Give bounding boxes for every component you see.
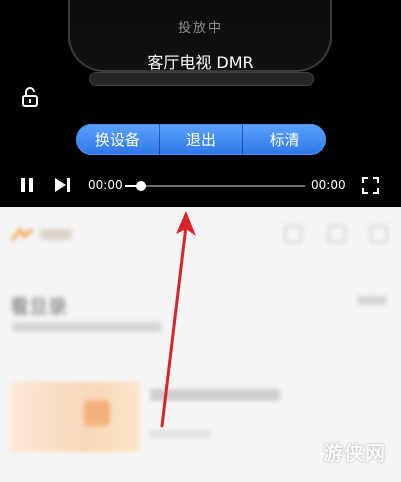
cast-control-bar: 换设备 退出 标清 xyxy=(76,124,326,155)
background-page-title: 看旦录 xyxy=(10,296,68,318)
cast-player: 投放中 客厅电视 DMR 换设备 退出 标清 00:00 00:00 xyxy=(0,0,401,207)
cast-status-text: 投放中 xyxy=(177,21,223,36)
switch-device-button[interactable]: 换设备 xyxy=(76,124,159,155)
star-icon[interactable] xyxy=(284,225,302,243)
fullscreen-icon[interactable] xyxy=(362,177,379,194)
recommendation-card-subtitle xyxy=(150,430,210,438)
seek-bar-thumb[interactable] xyxy=(136,181,147,191)
recommendation-card-title xyxy=(150,389,280,401)
pause-icon[interactable] xyxy=(19,177,35,193)
playback-controls: 00:00 00:00 xyxy=(0,172,401,198)
tv-stand-illustration xyxy=(89,72,314,86)
total-time: 00:00 xyxy=(311,178,346,192)
current-time: 00:00 xyxy=(88,178,123,192)
skip-next-icon[interactable] xyxy=(54,177,72,193)
recommendation-card-thumbnail[interactable] xyxy=(10,382,140,452)
app-logo-text-placeholder xyxy=(40,229,72,240)
background-page-meta xyxy=(12,322,162,332)
app-logo-icon xyxy=(10,228,33,241)
recommendation-card-badge xyxy=(84,400,110,426)
background-page-more xyxy=(357,296,387,305)
seek-bar[interactable] xyxy=(125,181,305,191)
share-icon[interactable] xyxy=(328,225,346,243)
download-icon[interactable] xyxy=(370,225,388,243)
watermark-logo: 游侠网 xyxy=(323,441,386,465)
quality-button[interactable]: 标清 xyxy=(242,124,326,155)
unlock-icon[interactable] xyxy=(19,86,41,108)
cast-device-name: 客厅电视 DMR xyxy=(147,53,254,72)
exit-cast-button[interactable]: 退出 xyxy=(158,124,243,155)
